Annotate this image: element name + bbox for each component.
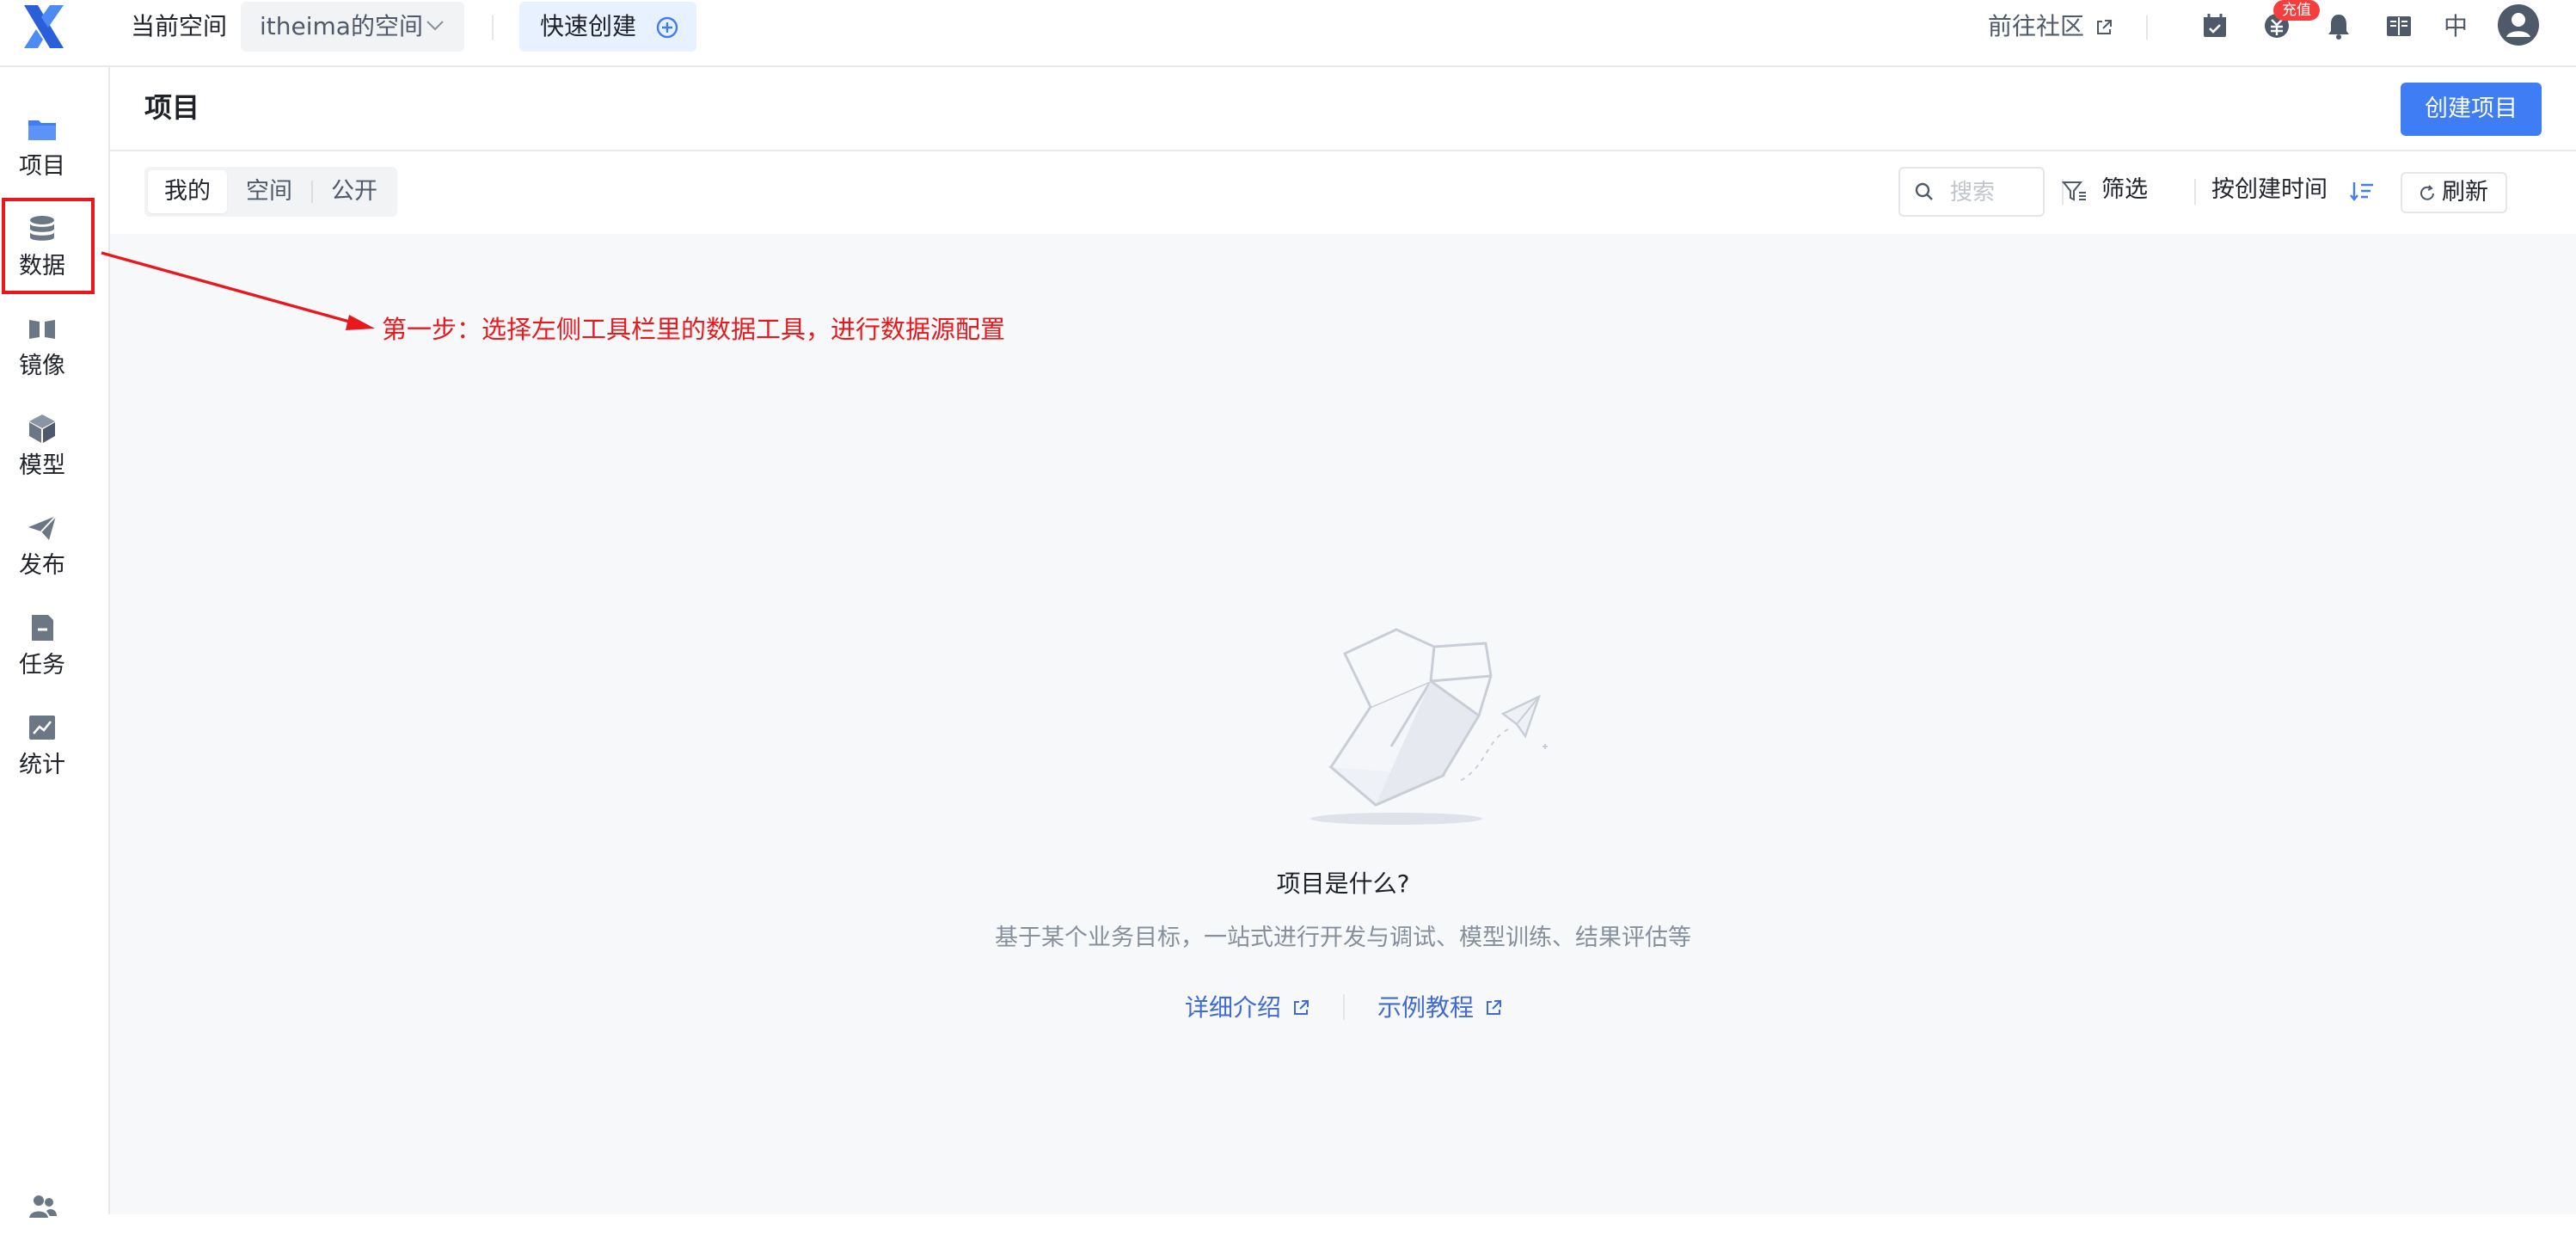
project-list-area: 项目是什么? 基于某个业务目标，一站式进行开发与调试、模型训练、结果评估等 详细… <box>110 234 2576 1214</box>
language-switch[interactable]: 中 <box>2444 10 2468 43</box>
top-bar: 当前空间 itheima的空间 快速创建 前往社区 充值 中 <box>0 0 2576 67</box>
community-link-label: 前往社区 <box>1988 12 2085 40</box>
sidebar-item-label: 镜像 <box>19 353 65 379</box>
divider <box>1343 994 1345 1020</box>
search-input[interactable] <box>1948 175 2038 210</box>
empty-state-title: 项目是什么? <box>1276 869 1410 898</box>
divider <box>311 181 313 203</box>
sidebar-item-stats[interactable]: 统计 <box>0 710 108 802</box>
tab-space[interactable]: 空间 <box>230 170 308 213</box>
external-link-icon <box>1291 998 1310 1017</box>
page-title: 项目 <box>144 91 200 124</box>
tutorial-link[interactable]: 示例教程 <box>1377 991 1501 1025</box>
search-icon <box>1914 181 1935 202</box>
tab-public[interactable]: 公开 <box>315 170 394 213</box>
detail-intro-link[interactable]: 详细介绍 <box>1185 991 1309 1025</box>
annotation-highlight-box <box>2 198 95 294</box>
space-selector[interactable]: itheima的空间 <box>241 2 464 52</box>
quick-create-label: 快速创建 <box>540 12 637 40</box>
sidebar-item-label: 发布 <box>19 552 65 579</box>
logo-icon[interactable] <box>19 2 69 52</box>
external-link-icon <box>1484 998 1503 1017</box>
empty-state-description: 基于某个业务目标，一站式进行开发与调试、模型训练、结果评估等 <box>995 924 1691 951</box>
current-space-label: 当前空间 <box>131 12 228 40</box>
sidebar-item-label: 项目 <box>19 153 65 180</box>
sidebar-item-label: 模型 <box>19 452 65 479</box>
chevron-down-icon <box>425 19 445 33</box>
space-name: itheima的空间 <box>260 12 423 40</box>
annotation-arrow <box>101 251 375 330</box>
external-link-icon <box>2095 18 2113 37</box>
folder-icon <box>25 112 59 146</box>
create-project-button[interactable]: 创建项目 <box>2401 83 2542 136</box>
scope-tabs: 我的 空间 公开 <box>144 167 397 217</box>
search-box[interactable] <box>1898 167 2045 217</box>
bell-icon[interactable] <box>2323 10 2354 41</box>
quick-create-button[interactable]: 快速创建 <box>519 2 696 52</box>
refresh-label: 刷新 <box>2442 179 2488 206</box>
detail-intro-label: 详细介绍 <box>1185 993 1282 1022</box>
sidebar-item-models[interactable]: 模型 <box>0 411 108 502</box>
book-icon[interactable] <box>2383 10 2414 41</box>
recharge-badge[interactable]: 充值 <box>2273 0 2320 21</box>
cube-icon <box>25 411 59 445</box>
task-icon <box>25 611 59 645</box>
chart-icon <box>25 710 59 745</box>
sidebar-item-mirror[interactable]: 镜像 <box>0 311 108 402</box>
toolbar: 我的 空间 公开 筛选 按创建时间 刷新 <box>110 151 2576 234</box>
filter-label: 筛选 <box>2101 176 2148 203</box>
divider <box>492 15 494 40</box>
sidebar-item-label: 任务 <box>19 652 65 679</box>
plus-circle-icon <box>655 15 679 40</box>
filter-icon <box>2062 180 2088 202</box>
tab-mine[interactable]: 我的 <box>148 170 227 213</box>
sidebar-item-projects[interactable]: 项目 <box>0 112 108 203</box>
user-avatar-icon[interactable] <box>2497 3 2540 46</box>
mirror-icon <box>25 311 59 346</box>
refresh-icon <box>2418 184 2437 203</box>
team-icon[interactable] <box>28 1190 58 1221</box>
sidebar-item-tasks[interactable]: 任务 <box>0 611 108 702</box>
send-icon <box>25 511 59 545</box>
calendar-icon[interactable] <box>2199 10 2230 41</box>
empty-box-illustration <box>1228 595 1589 836</box>
filter-button[interactable]: 筛选 <box>2062 172 2148 208</box>
page-header: 项目 创建项目 <box>110 67 2576 151</box>
sidebar-item-label: 统计 <box>19 752 65 778</box>
divider <box>2194 179 2196 205</box>
sort-selector[interactable]: 按创建时间 <box>2211 172 2328 208</box>
sidebar-item-publish[interactable]: 发布 <box>0 511 108 602</box>
tutorial-label: 示例教程 <box>1377 993 1475 1022</box>
divider <box>2146 15 2148 40</box>
annotation-text: 第一步：选择左侧工具栏里的数据工具，进行数据源配置 <box>382 315 1006 344</box>
sort-descending-icon[interactable] <box>2349 181 2375 203</box>
refresh-button[interactable]: 刷新 <box>2401 172 2507 213</box>
community-link[interactable]: 前往社区 <box>1988 10 2112 43</box>
